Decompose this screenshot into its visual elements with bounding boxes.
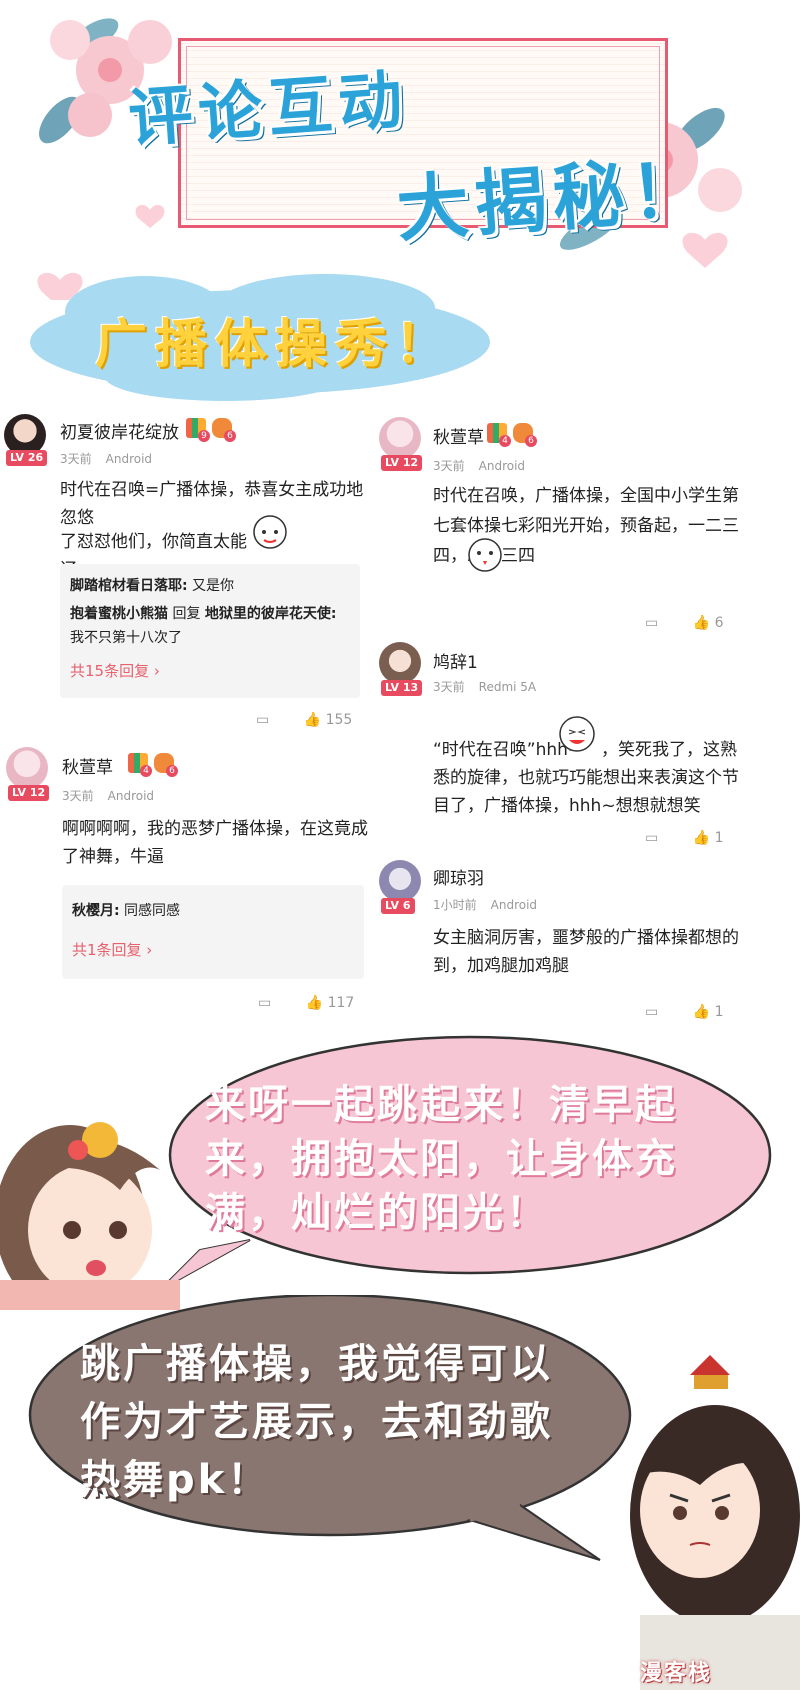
header-banner: 评论互动 大揭秘！ [0,0,800,300]
timestamp: 3天前 [433,459,465,473]
device: Android [105,452,153,466]
comment-meta: 1小时前 Android [433,896,537,913]
comment-card: LV 13 鸠辞1 3天前 Redmi 5A “时代在召唤”hhh~ ，笑死我了，… [375,640,795,850]
comment-meta: 3天前 Android [62,787,154,804]
like-count: 1 [714,830,724,846]
speech-bubble-pink-text: 来呀一起跳起来！清早起来，拥抱太阳，让身体充满，灿烂的阳光！ [205,1082,678,1236]
timestamp: 1小时前 [433,898,477,912]
timestamp: 3天前 [433,680,465,694]
badge-count: 4 [499,435,511,447]
boy-character [630,1355,800,1690]
like-icon[interactable]: 👍 [693,830,710,846]
title-line-1: 评论互动 [126,63,411,157]
comment-meta: 3天前 Redmi 5A [433,678,536,695]
reply-item: 脚踏棺材看日落耶: 又是你 [70,574,354,598]
cloud-title: 广播体操秀！ [95,315,456,375]
comment-card: LV 6 卿琼羽 1小时前 Android 女主脑洞厉害，噩梦般的广播体操都想的到… [375,858,795,1028]
badge-count: 6 [166,765,178,777]
timestamp: 3天前 [62,789,94,803]
comment-actions: ▭ 👍 117 [258,995,354,1011]
device: Android [107,789,155,803]
timestamp: 3天前 [60,452,92,466]
comment-text: 时代在召唤=广播体操，恭喜女主成功地忽悠 [60,480,364,528]
comment-card: LV 12 秋萱草 4 6 3天前 Android 啊啊啊啊，我的恶梦广播体操，在… [0,745,380,1035]
avatar[interactable] [379,417,421,459]
like-count: 6 [714,615,724,631]
comment-meta: 3天前 Android [433,457,525,474]
like-count: 1 [714,1004,724,1020]
avatar[interactable] [6,747,48,789]
comment-text: 啊啊啊啊，我的恶梦广播体操，在这竟成了神舞，牛逼 [62,819,368,867]
reply-text: 我不只第十八次了 [70,630,182,646]
device: Android [478,459,526,473]
title-line-2: 大揭秘！ [393,146,712,252]
reply-author[interactable]: 秋樱月: [72,903,120,919]
badge-count: 4 [140,765,152,777]
avatar[interactable] [379,642,421,684]
username[interactable]: 卿琼羽 [433,864,484,889]
girl-character [0,1122,180,1310]
reply-text: 同感同感 [119,903,181,919]
like-count: 117 [327,995,355,1011]
level-badge: LV 12 [381,455,423,471]
chick-emoji-icon [468,538,502,572]
level-badge: LV 12 [8,785,50,801]
comment-actions: ▭ 👍 1 [645,830,724,846]
like-icon[interactable]: 👍 [306,995,323,1011]
reply-icon[interactable]: ▭ [256,712,269,728]
level-badge: LV 6 [381,898,415,914]
reply-box: 脚踏棺材看日落耶: 又是你 抱着蜜桃小熊猫 回复 地狱里的彼岸花天使: 我不只第… [60,564,360,698]
comment-card: LV 12 秋萱草 4 6 3天前 Android 时代在召唤，广播体操，全国中小… [375,415,795,635]
reply-author[interactable]: 抱着蜜桃小熊猫 [70,606,168,622]
username[interactable]: 鸠辞1 [433,648,478,673]
reply-target[interactable]: 地狱里的彼岸花天使: [205,606,337,622]
username[interactable]: 秋萱草 [433,423,484,448]
device: Redmi 5A [478,680,537,694]
comment-actions: ▭ 👍 6 [645,615,724,631]
more-replies-link[interactable]: 共1条回复 › [72,939,152,960]
level-badge: LV 13 [381,680,423,696]
like-icon[interactable]: 👍 [693,615,710,631]
reply-item: 秋樱月: 同感同感 [72,899,356,923]
reply-text: 又是你 [187,578,235,594]
speech-bubble-brown-text: 跳广播体操，我觉得可以作为才艺展示，去和劲歌热舞pk！ [80,1341,553,1503]
device: Android [490,898,538,912]
more-replies-link[interactable]: 共15条回复 › [70,660,160,681]
comment-text: 女主脑洞厉害，噩梦般的广播体操都想的到，加鸡腿加鸡腿 [433,928,739,976]
like-count: 155 [325,712,353,728]
bun-emoji-icon [253,515,287,549]
reply-icon[interactable]: ▭ [645,830,658,846]
comment-text: ，笑死我了，这熟悉的旋律，也就巧巧能想出来表演这个节目了，广播体操，hhh~想想… [433,740,739,816]
reply-box: 秋樱月: 同感同感 共1条回复 › [62,885,364,979]
avatar[interactable] [379,860,421,902]
like-icon[interactable]: 👍 [304,712,321,728]
comment-actions: ▭ 👍 1 [645,1004,724,1020]
reply-icon[interactable]: ▭ [258,995,271,1011]
username[interactable]: 秋萱草 [62,753,113,778]
badge-count: 6 [224,430,236,442]
reply-icon[interactable]: ▭ [645,615,658,631]
reply-icon[interactable]: ▭ [645,1004,658,1020]
comment-actions: ▭ 👍 155 [256,712,352,728]
reply-label: 回复 [168,606,205,622]
reply-author[interactable]: 脚踏棺材看日落耶: [70,578,188,594]
badge-count: 9 [198,430,210,442]
username[interactable]: 初夏彼岸花绽放 [60,418,179,443]
badge-count: 6 [525,435,537,447]
watermark-logo: 漫客栈 [640,1661,713,1686]
section-cloud: 广播体操秀！ [25,272,495,402]
level-badge: LV 26 [6,450,48,466]
like-icon[interactable]: 👍 [693,1004,710,1020]
comment-card: LV 26 初夏彼岸花绽放 9 6 3天前 Android 时代在召唤=广播体操，… [0,410,380,740]
reply-item: 抱着蜜桃小熊猫 回复 地狱里的彼岸花天使: 我不只第十八次了 [70,602,354,650]
comment-meta: 3天前 Android [60,450,152,467]
